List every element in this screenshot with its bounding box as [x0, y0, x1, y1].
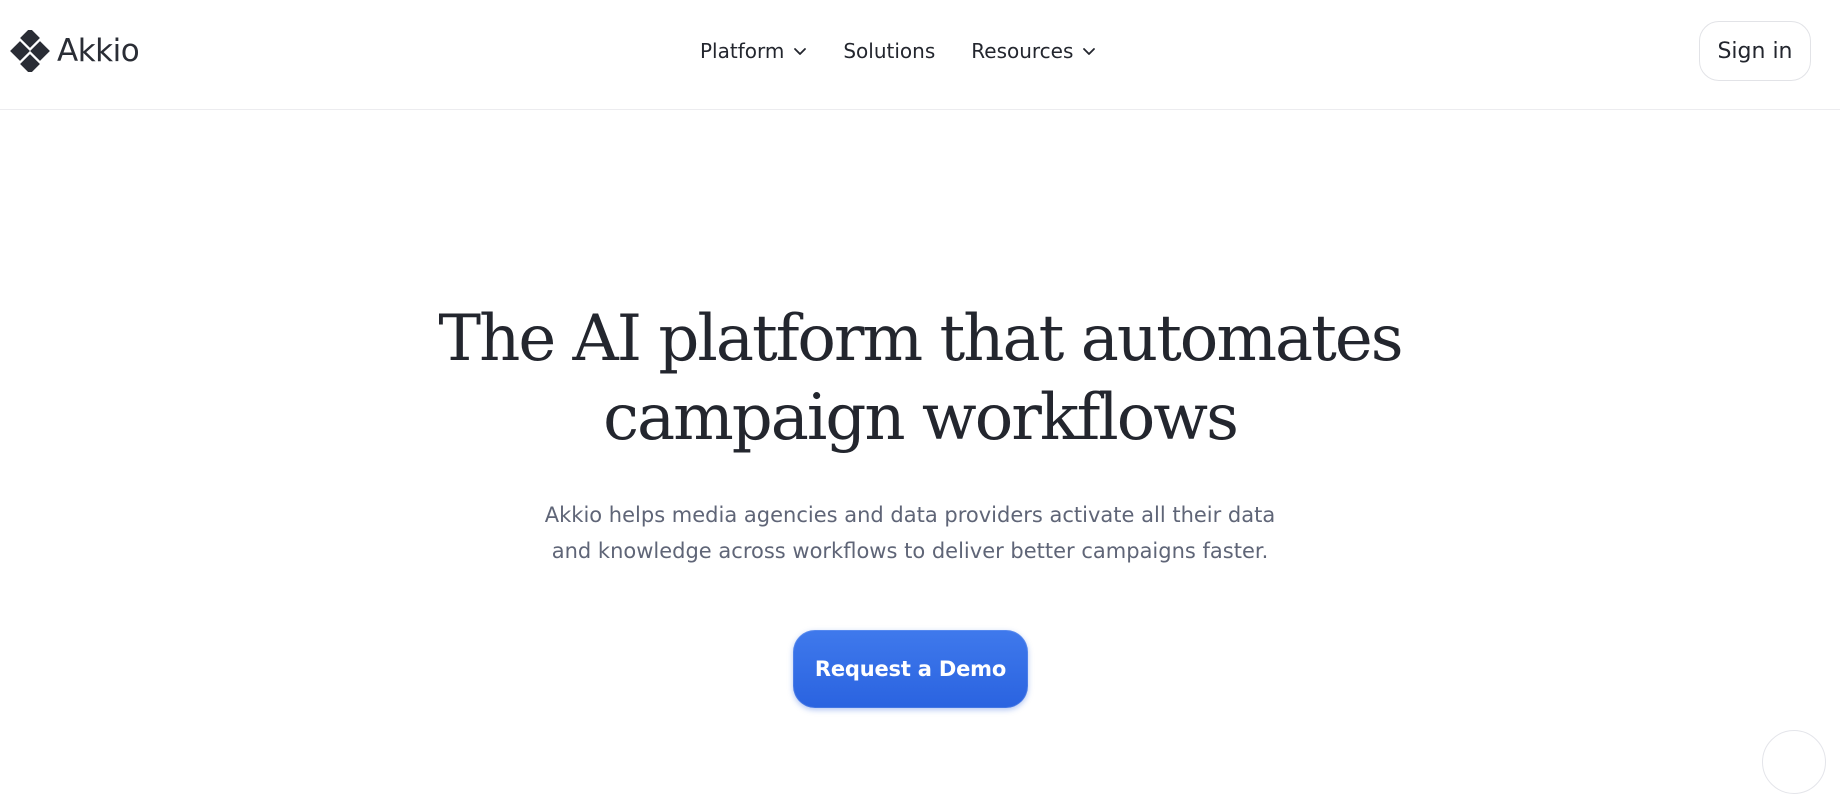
main-nav: Platform Solutions Resources — [700, 36, 1096, 66]
nav-item-solutions[interactable]: Solutions — [843, 39, 935, 63]
akkio-diamond-logo-icon — [10, 30, 50, 72]
akkio-logo[interactable]: Akkio — [9, 30, 140, 72]
hero-subtitle-line-2: and knowledge across workflows to delive… — [551, 539, 1269, 563]
hero-subtitle-line-1: Akkio helps media agencies and data prov… — [544, 503, 1276, 527]
nav-item-resources[interactable]: Resources — [971, 39, 1096, 63]
hero-title-line-2: campaign workflows — [603, 381, 1239, 455]
hero-subtitle: Akkio helps media agencies and data prov… — [510, 497, 1310, 569]
chevron-down-icon — [794, 48, 807, 55]
floating-circle-button[interactable] — [1762, 730, 1826, 794]
request-demo-button[interactable]: Request a Demo — [793, 630, 1028, 708]
sign-in-button[interactable]: Sign in — [1699, 21, 1811, 81]
logo-text: Akkio — [57, 33, 140, 69]
nav-item-label: Solutions — [843, 39, 936, 63]
hero-title-line-1: The AI platform that automates — [438, 302, 1403, 376]
hero-title: The AI platform that automates campaign … — [370, 300, 1470, 458]
nav-item-platform[interactable]: Platform — [700, 39, 807, 63]
nav-item-label: Platform — [700, 39, 785, 63]
site-header: Akkio Platform Solutions Resources Sign … — [0, 0, 1840, 110]
nav-item-label: Resources — [971, 39, 1074, 63]
chevron-down-icon — [1083, 48, 1096, 55]
